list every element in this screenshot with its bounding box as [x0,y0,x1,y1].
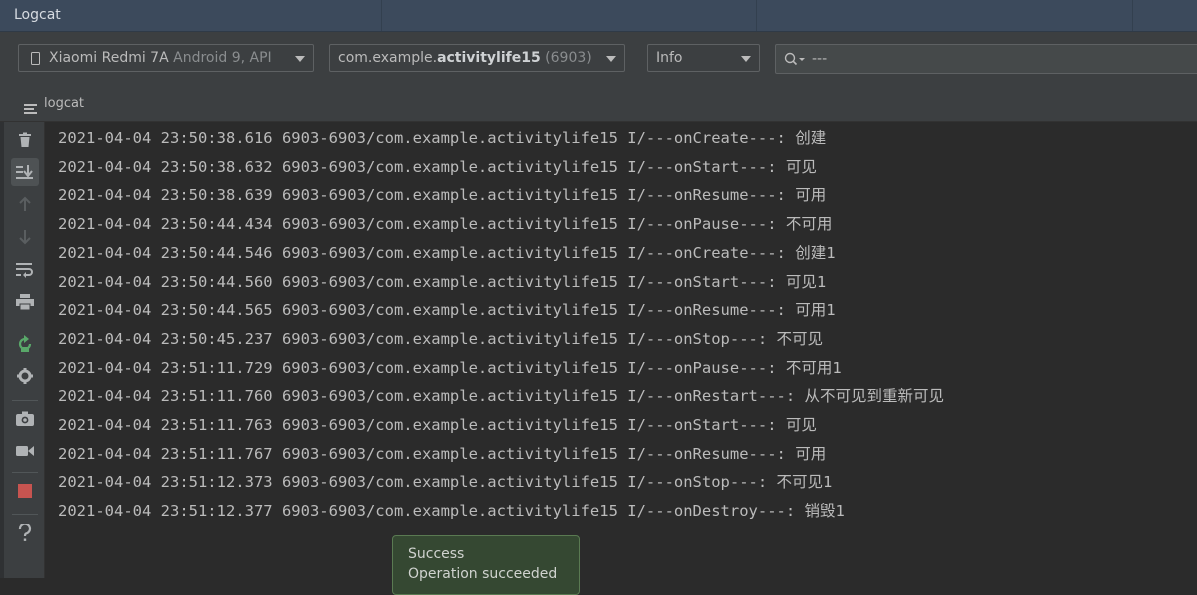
log-line: 2021-04-04 23:50:44.546 6903-6903/com.ex… [58,243,836,262]
log-level-value: Info [656,50,683,66]
success-toast: Success Operation succeeded [392,535,580,595]
logcat-tab-bar: logcat [0,88,1197,122]
logcat-toolbar: Xiaomi Redmi 7A Android 9, API com.examp… [0,32,1197,88]
title-bar: Logcat [0,0,1197,32]
window-edge [0,122,4,578]
log-line: 2021-04-04 23:50:38.639 6903-6903/com.ex… [58,186,827,205]
print-icon[interactable] [11,288,39,316]
process-prefix: com.example. [338,50,438,66]
device-dropdown[interactable]: Xiaomi Redmi 7A Android 9, API [18,44,314,72]
stop-icon[interactable] [11,477,39,505]
soft-wrap-icon[interactable] [11,256,39,284]
process-pid: (6903) [545,50,592,66]
log-line: 2021-04-04 23:50:45.237 6903-6903/com.ex… [58,329,824,348]
log-line: 2021-04-04 23:51:11.760 6903-6903/com.ex… [58,387,945,406]
arrow-up-icon[interactable] [11,190,39,218]
tab-logcat[interactable]: logcat [44,96,84,111]
search-field[interactable] [775,44,1197,74]
restart-icon[interactable] [11,330,39,358]
trash-icon[interactable] [11,126,39,154]
gear-icon[interactable] [11,362,39,390]
left-toolbar [0,122,45,578]
log-line: 2021-04-04 23:51:11.763 6903-6903/com.ex… [58,416,817,434]
log-line: 2021-04-04 23:51:12.377 6903-6903/com.ex… [58,502,845,521]
chevron-down-icon [295,56,305,62]
chevron-down-icon [741,56,751,62]
title-divider [381,0,382,31]
window-title: Logcat [14,7,61,23]
process-name: activitylife15 [437,50,541,66]
log-line: 2021-04-04 23:50:38.632 6903-6903/com.ex… [58,157,817,176]
log-line: 2021-04-04 23:51:11.767 6903-6903/com.ex… [58,444,827,463]
log-line: 2021-04-04 23:50:44.560 6903-6903/com.ex… [58,272,827,291]
log-line: 2021-04-04 23:50:38.616 6903-6903/com.ex… [58,129,827,147]
toolbar-divider [12,472,38,473]
process-dropdown[interactable]: com.example.activitylife15 (6903) [329,44,625,72]
toolbar-divider [12,514,38,515]
log-level-dropdown[interactable]: Info [647,44,760,72]
log-line: 2021-04-04 23:50:44.565 6903-6903/com.ex… [58,301,836,320]
log-line: 2021-04-04 23:50:44.434 6903-6903/com.ex… [58,215,833,234]
arrow-down-icon[interactable] [11,223,39,251]
toast-message: Operation succeeded [408,566,558,582]
search-input[interactable] [812,49,1182,69]
toast-title: Success [408,546,465,562]
log-line: 2021-04-04 23:51:12.373 6903-6903/com.ex… [58,473,833,492]
camera-icon[interactable] [11,405,39,433]
video-icon[interactable] [11,437,39,465]
log-line: 2021-04-04 23:51:11.729 6903-6903/com.ex… [58,358,842,377]
scroll-to-end-icon[interactable] [11,158,39,186]
help-icon[interactable] [11,519,39,547]
toolbar-divider [12,400,38,401]
title-divider [1132,0,1133,31]
device-name: Xiaomi Redmi 7A [49,50,169,66]
phone-icon [31,52,40,65]
device-detail: Android 9, API [173,50,272,66]
chevron-down-icon [606,56,616,62]
search-icon[interactable] [784,51,806,70]
title-divider [756,0,757,31]
lines-icon [24,99,38,118]
